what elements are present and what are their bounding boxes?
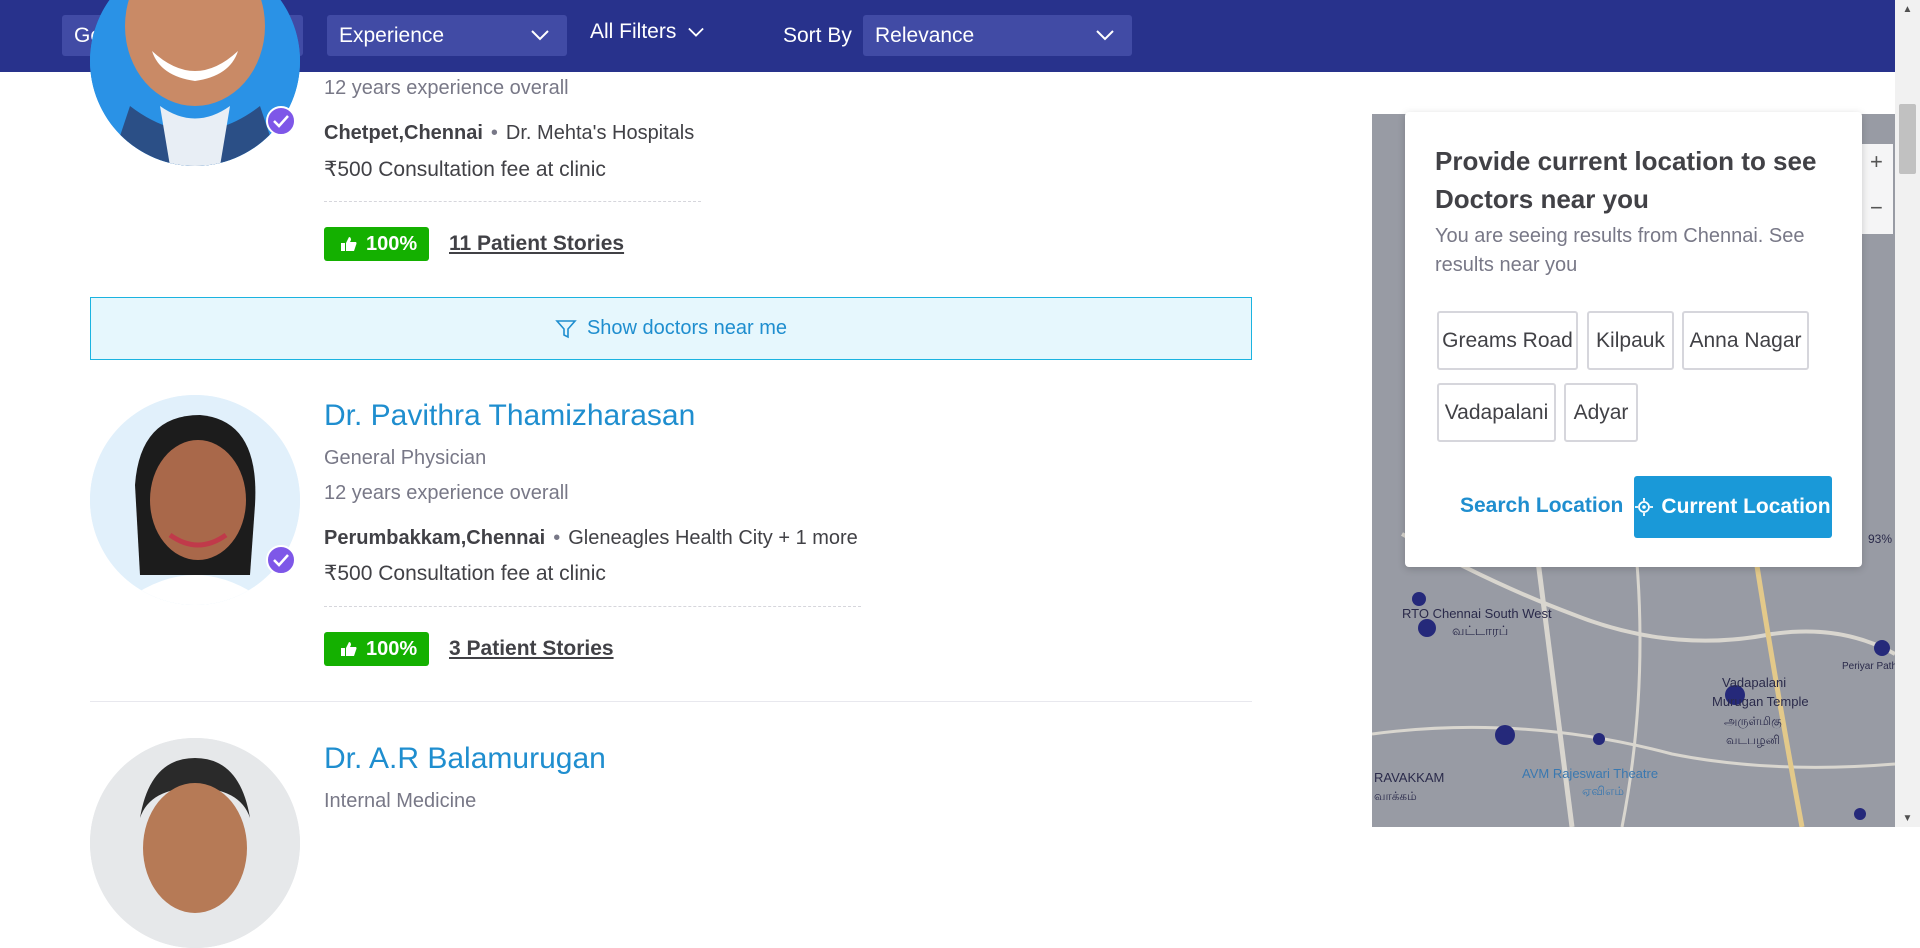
map-label: AVM Rajeswari Theatre (1522, 766, 1658, 781)
scroll-up-arrow-icon[interactable]: ▲ (1895, 0, 1920, 18)
doctor-name-link[interactable]: Dr. Pavithra Thamizharasan (324, 399, 695, 433)
sort-by-dropdown[interactable]: Relevance (863, 15, 1132, 56)
divider (324, 606, 861, 607)
thumbs-up-icon (341, 237, 357, 251)
experience-dropdown-label: Experience (339, 23, 445, 47)
all-filters-label: All Filters (590, 20, 677, 43)
doctor-location: Chetpet,Chennai • Dr. Mehta's Hospitals (324, 122, 695, 144)
patient-stories-link[interactable]: 11 Patient Stories (449, 232, 624, 256)
doctor-fee: ₹500 Consultation fee at clinic (324, 562, 606, 585)
map-label: RTO Chennai South West (1402, 606, 1552, 621)
scrollbar-thumb[interactable] (1899, 104, 1916, 174)
divider (324, 201, 701, 202)
show-doctors-near-me-label: Show doctors near me (586, 317, 788, 339)
locality-chip-adyar[interactable]: Adyar (1564, 383, 1638, 442)
chevron-down-icon (688, 27, 705, 37)
doctor-photo (90, 738, 300, 948)
result-divider (90, 701, 1252, 702)
filter-funnel-icon (555, 319, 577, 338)
locality-chip-greams-road[interactable]: Greams Road (1437, 311, 1578, 370)
chevron-down-icon (1096, 30, 1114, 41)
doctor-clinic[interactable]: Dr. Mehta's Hospitals (506, 122, 694, 144)
locality-chip-anna-nagar[interactable]: Anna Nagar (1682, 311, 1809, 370)
map-label: Vadapalani (1722, 675, 1786, 690)
thumbs-up-icon (341, 642, 357, 656)
map-label: ஏவிஎம் (1582, 784, 1624, 798)
patient-stories-link[interactable]: 3 Patient Stories (449, 637, 614, 661)
recommendation-value: 100% (366, 637, 418, 660)
popup-title: Provide current location to see Doctors … (1435, 146, 1817, 214)
doctor-locality[interactable]: Perumbakkam,Chennai (324, 527, 545, 549)
doctor-location: Perumbakkam,Chennai • Gleneagles Health Ci… (324, 527, 858, 549)
map-zoom-out-button[interactable]: − (1870, 195, 1883, 220)
map-label: 93% (1868, 532, 1892, 546)
location-popup: Provide current location to see Doctors … (1405, 112, 1862, 567)
doctor-avatar[interactable] (90, 738, 300, 948)
map-label: வடபழனி (1726, 733, 1780, 747)
locality-chip-vadapalani[interactable]: Vadapalani (1437, 383, 1556, 442)
map-label: வட்டாரப் (1452, 623, 1508, 638)
search-location-link[interactable]: Search Location (1460, 494, 1623, 518)
current-location-button[interactable]: Current Location (1634, 476, 1832, 538)
map-label: வாக்கம் (1374, 789, 1417, 803)
recommendation-badge: 100% (324, 227, 430, 261)
recommendation-value: 100% (366, 232, 418, 255)
doctor-experience: 12 years experience overall (324, 77, 569, 99)
show-doctors-near-me-button[interactable]: Show doctors near me (90, 297, 1252, 360)
map-label: Periyar Pathai (1842, 661, 1895, 672)
sort-by-value: Relevance (875, 23, 975, 47)
doctor-specialty: Internal Medicine (324, 790, 477, 812)
crosshair-icon (1635, 498, 1654, 516)
map-label: அருள்மிகு (1724, 714, 1782, 729)
verified-badge-icon (266, 545, 296, 575)
map-label: RAVAKKAM (1374, 770, 1444, 785)
recommendation-badge: 100% (324, 632, 430, 666)
popup-subtitle: You are seeing results from Chennai. See… (1435, 225, 1805, 276)
sort-by-label: Sort By (783, 24, 852, 47)
page-scrollbar[interactable]: ▲ ▼ (1895, 0, 1920, 827)
doctor-clinic[interactable]: Gleneagles Health City + 1 more (568, 527, 858, 549)
doctor-name-link[interactable]: Dr. A.R Balamurugan (324, 742, 606, 776)
current-location-label: Current Location (1661, 495, 1831, 518)
verified-badge-icon (266, 106, 296, 136)
map-label: Murugan Temple (1712, 694, 1809, 709)
locality-chip-kilpauk[interactable]: Kilpauk (1587, 311, 1674, 370)
experience-dropdown[interactable]: Experience (327, 15, 567, 56)
doctor-locality[interactable]: Chetpet,Chennai (324, 122, 483, 144)
doctor-fee: ₹500 Consultation fee at clinic (324, 158, 606, 181)
doctor-specialty: General Physician (324, 447, 487, 469)
doctor-avatar[interactable] (90, 0, 300, 166)
map-zoom-in-button[interactable]: + (1870, 149, 1883, 174)
chevron-down-icon (531, 30, 549, 41)
all-filters-button[interactable]: All Filters (590, 20, 706, 44)
scroll-down-arrow-icon[interactable]: ▼ (1895, 809, 1920, 827)
doctor-photo (90, 0, 300, 166)
doctor-experience: 12 years experience overall (324, 482, 569, 504)
